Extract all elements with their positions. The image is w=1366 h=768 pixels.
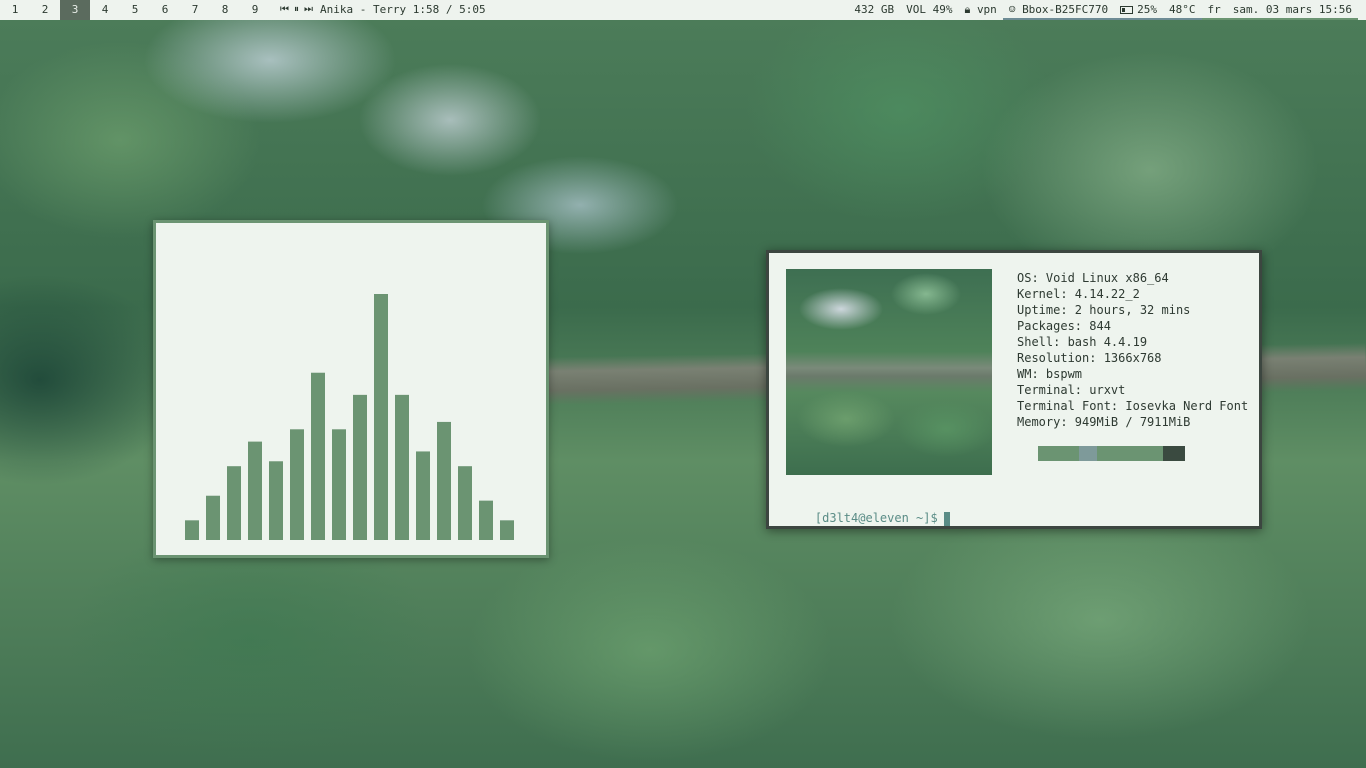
palette-swatch	[1079, 446, 1097, 461]
cpu-temperature: 48°C	[1163, 0, 1202, 20]
now-playing: Anika - Terry 1:58 / 5:05	[320, 3, 486, 16]
vpn-status: 🔒︎ vpn	[958, 0, 1002, 20]
visualizer-bar	[290, 429, 304, 540]
visualizer-bar	[185, 520, 199, 540]
palette-swatch	[1038, 446, 1080, 461]
system-info-line: Memory: 949MiB / 7911MiB	[1017, 415, 1191, 429]
visualizer-bar	[248, 441, 262, 540]
pause-icon[interactable]: ⏸	[294, 0, 299, 20]
clock: sam. 03 mars 15:56	[1226, 0, 1358, 20]
visualizer-bar	[353, 394, 367, 540]
workspace-1[interactable]: 1	[0, 0, 30, 20]
palette-swatch	[1096, 446, 1163, 461]
visualizer-bar	[374, 294, 388, 540]
visualizer-bar	[332, 429, 346, 540]
neofetch-image	[786, 269, 992, 475]
system-info-line: WM: bspwm	[1017, 367, 1083, 381]
keyboard-layout[interactable]: fr	[1201, 0, 1227, 20]
vpn-label: vpn	[976, 3, 997, 16]
volume-indicator[interactable]: VOL 49%	[900, 0, 958, 20]
system-info-line: OS: Void Linux x86_64	[1017, 271, 1169, 285]
color-palette	[1038, 446, 1185, 461]
system-info-line: Terminal Font: Iosevka Nerd Font	[1017, 399, 1249, 413]
workspace-7[interactable]: 7	[180, 0, 210, 20]
system-info-line: Resolution: 1366x768	[1017, 351, 1162, 365]
audio-visualizer-window[interactable]	[153, 220, 549, 558]
visualizer-bars	[185, 294, 514, 540]
battery-status: 25%	[1114, 0, 1164, 20]
workspace-2[interactable]: 2	[30, 0, 60, 20]
text-cursor	[943, 511, 950, 526]
battery-icon	[1120, 6, 1134, 14]
visualizer-bar	[416, 451, 430, 540]
lock-icon: 🔒︎	[964, 3, 971, 16]
system-info: OS: Void Linux x86_64 Kernel: 4.14.22_2 Up…	[1017, 270, 1248, 430]
wifi-icon: ☺	[1008, 3, 1016, 16]
workspace-3[interactable]: 3	[60, 0, 90, 20]
shell-prompt: [d3lt4@eleven ~]$	[814, 511, 938, 525]
shell-prompt-line[interactable]: [d3lt4@eleven ~]$	[786, 494, 950, 542]
workspace-5[interactable]: 5	[120, 0, 150, 20]
workspace-list: 123456789	[0, 0, 270, 20]
visualizer-bar	[458, 466, 472, 540]
visualizer-bar	[437, 421, 451, 540]
disk-usage: 432 GB	[854, 3, 895, 16]
terminal-window[interactable]: OS: Void Linux x86_64 Kernel: 4.14.22_2 Up…	[766, 250, 1262, 529]
next-track-icon[interactable]: ⏭	[304, 0, 313, 20]
status-bar: 123456789 ⏮ ⏸ ⏭ Anika - Terry 1:58 / 5:0…	[0, 0, 1366, 20]
wifi-status: ☺ Bbox-B25FC770	[1002, 0, 1115, 20]
status-bar-right: 432 GB VOL 49% 🔒︎ vpn ☺ Bbox-B25FC770 25…	[848, 0, 1358, 20]
visualizer-bar	[500, 520, 514, 540]
workspace-9[interactable]: 9	[240, 0, 270, 20]
previous-track-icon[interactable]: ⏮	[280, 0, 289, 20]
palette-swatch	[1162, 446, 1185, 461]
workspace-4[interactable]: 4	[90, 0, 120, 20]
system-info-line: Terminal: urxvt	[1017, 383, 1126, 397]
battery-level: 25%	[1137, 3, 1158, 16]
wifi-ssid: Bbox-B25FC770	[1022, 3, 1109, 16]
visualizer-bar	[395, 394, 409, 540]
system-info-line: Shell: bash 4.4.19	[1017, 335, 1148, 349]
workspace-6[interactable]: 6	[150, 0, 180, 20]
system-info-line: Uptime: 2 hours, 32 mins	[1017, 303, 1191, 317]
system-info-line: Kernel: 4.14.22_2	[1017, 287, 1140, 301]
visualizer-bar	[227, 466, 241, 540]
system-info-line: Packages: 844	[1017, 319, 1111, 333]
status-bar-left: 123456789 ⏮ ⏸ ⏭ Anika - Terry 1:58 / 5:0…	[0, 0, 486, 20]
workspace-8[interactable]: 8	[210, 0, 240, 20]
media-controls: ⏮ ⏸ ⏭ Anika - Terry 1:58 / 5:05	[280, 0, 486, 20]
visualizer-bar	[311, 372, 325, 540]
visualizer-bar	[479, 500, 493, 540]
visualizer-bar	[269, 461, 283, 540]
visualizer-bar	[206, 495, 220, 540]
